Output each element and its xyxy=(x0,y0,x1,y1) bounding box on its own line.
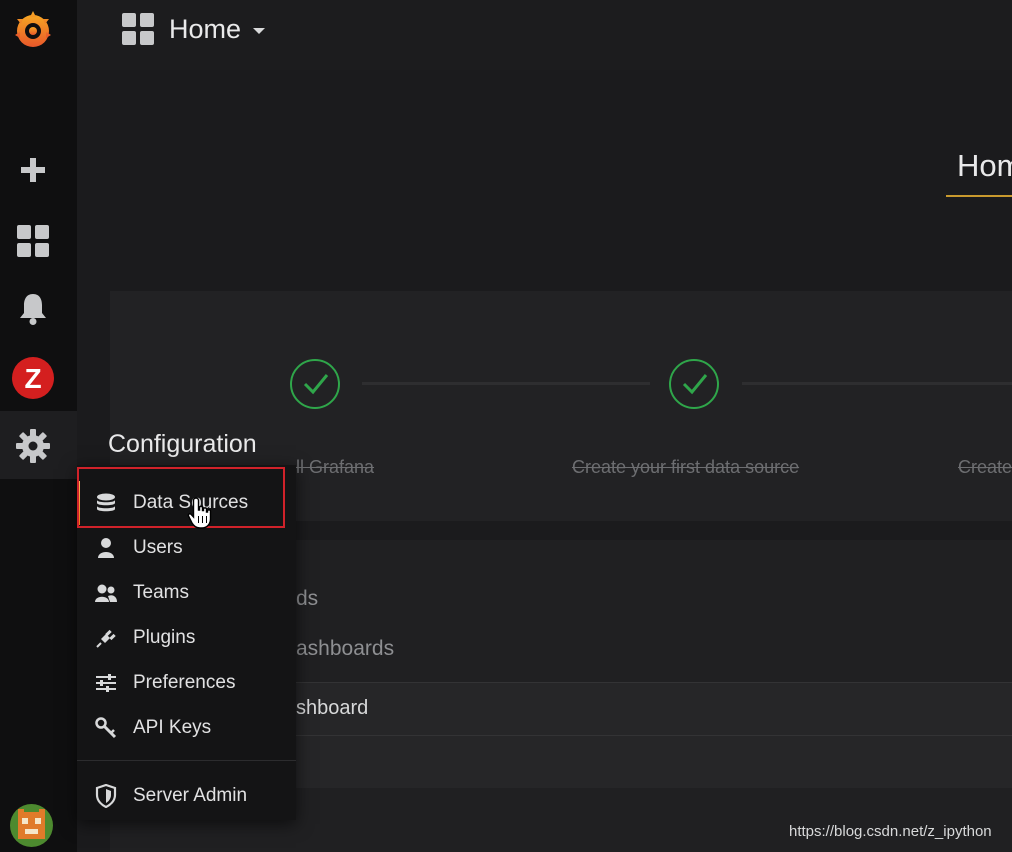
title-underline xyxy=(946,195,1012,197)
list-heading-starred: ds xyxy=(296,587,319,610)
bell-icon[interactable] xyxy=(0,284,65,334)
grafana-logo-icon[interactable] xyxy=(0,5,65,55)
menu-item-label: API Keys xyxy=(133,717,212,738)
menu-item-label: Teams xyxy=(133,582,189,603)
key-icon xyxy=(94,716,118,740)
check-circle-icon xyxy=(669,359,719,409)
step-install-grafana[interactable]: ll Grafana xyxy=(296,457,374,478)
step-create-dashboard[interactable]: Create xyxy=(958,457,1012,478)
sliders-icon xyxy=(94,671,118,695)
step-create-data-source[interactable]: Create your first data source xyxy=(572,457,799,478)
zabbix-icon[interactable]: Z xyxy=(0,353,65,403)
highlight-annotation xyxy=(77,467,285,528)
menu-item-server-admin[interactable]: Server Admin xyxy=(77,774,296,818)
menu-divider xyxy=(77,760,296,761)
user-icon xyxy=(94,536,118,560)
dashboard-picker[interactable]: Home xyxy=(121,12,266,46)
plug-icon xyxy=(94,626,118,650)
apps-icon xyxy=(122,13,154,45)
menu-item-label: Preferences xyxy=(133,672,236,693)
menu-item-label: Plugins xyxy=(133,627,196,648)
configuration-menu-title: Configuration xyxy=(108,430,257,458)
step-connector xyxy=(362,382,650,385)
menu-item-label: Server Admin xyxy=(133,785,248,806)
apps-icon[interactable] xyxy=(0,216,65,266)
menu-item-preferences[interactable]: Preferences xyxy=(77,661,296,705)
menu-item-api-keys[interactable]: API Keys xyxy=(77,706,296,750)
check-circle-icon xyxy=(290,359,340,409)
shield-icon xyxy=(94,784,118,808)
dashboard-title: Home xyxy=(169,13,242,44)
list-item-label[interactable]: shboard xyxy=(296,697,368,720)
menu-item-teams[interactable]: Teams xyxy=(77,571,296,615)
chevron-down-icon xyxy=(253,28,266,34)
menu-item-plugins[interactable]: Plugins xyxy=(77,616,296,660)
step-connector xyxy=(742,382,1012,385)
hand-cursor-icon xyxy=(187,496,215,535)
plus-icon[interactable] xyxy=(0,145,65,195)
list-heading-recent: ashboards xyxy=(296,637,395,660)
page-title: Hom xyxy=(957,148,1012,183)
avatar[interactable] xyxy=(10,804,53,847)
users-icon xyxy=(94,581,118,605)
gear-icon[interactable] xyxy=(0,421,65,471)
menu-item-label: Users xyxy=(133,537,183,558)
zabbix-letter: Z xyxy=(24,363,41,394)
watermark: https://blog.csdn.net/z_ipython xyxy=(789,823,992,840)
